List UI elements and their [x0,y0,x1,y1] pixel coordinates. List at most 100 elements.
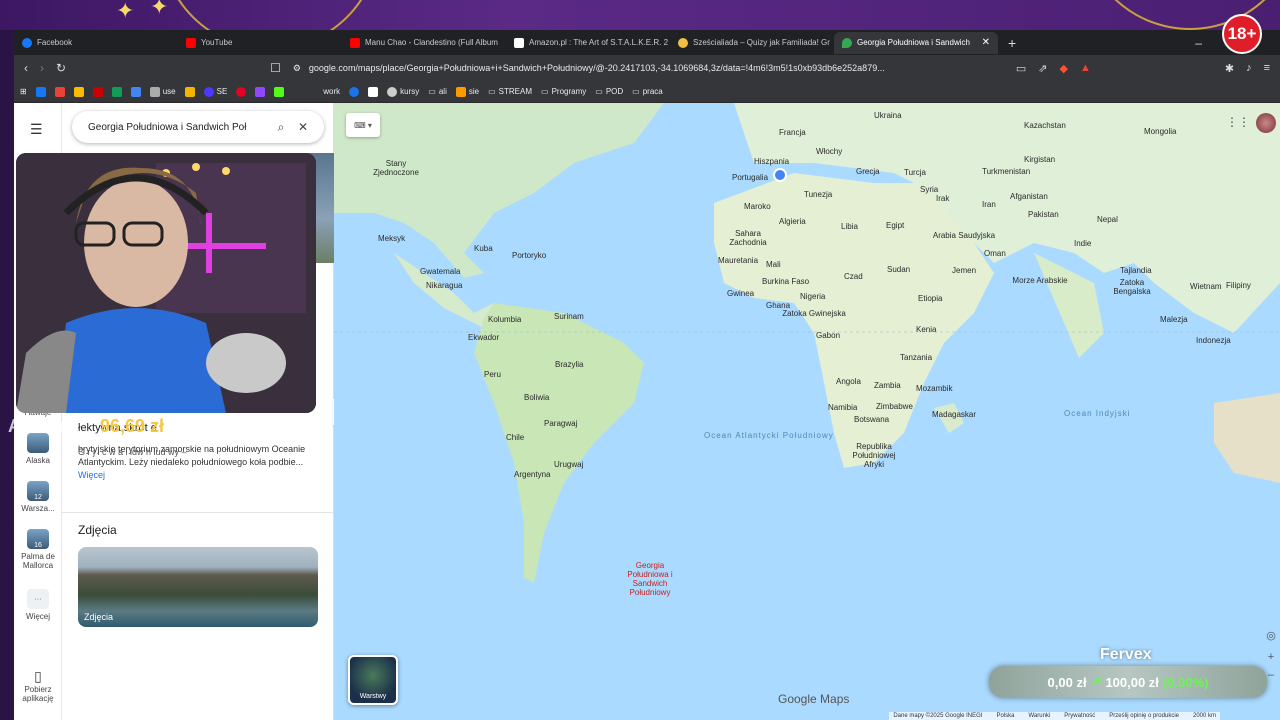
hamburger-menu-icon[interactable]: ☰ [30,121,44,138]
tab-manu-chao[interactable]: Manu Chao - Clandestino (Full Album [342,32,506,54]
rail-item-warszawa[interactable]: 12 Warsza... [14,481,62,513]
back-icon[interactable]: ‹ [24,61,28,75]
country-label: Tajlandia [1120,266,1152,275]
search-icon[interactable]: ⌕ [270,120,292,135]
bookmark-sie[interactable]: sie [455,86,479,97]
country-label: Zambia [874,381,901,390]
account-avatar[interactable] [1256,113,1276,133]
reload-icon[interactable]: ↻ [56,61,66,75]
tab-szescialiada[interactable]: Sześcialiada – Quizy jak Familiada! Gr [670,32,834,54]
country-label: Urugwaj [554,460,584,469]
place-thumbnail: 16 [27,529,49,549]
bookmark-favicon[interactable] [54,86,65,97]
music-icon[interactable]: ♪ [1246,62,1252,75]
bookmark-use[interactable]: use [149,86,176,97]
country-label: Indonezja [1196,336,1231,345]
forward-icon[interactable]: › [40,61,44,75]
bookmark-praca[interactable]: ▭ praca [632,87,663,96]
country-label: Gwatemala [420,267,461,276]
bookmark-favicon[interactable] [274,86,285,97]
youtube-icon [350,37,360,48]
url-field[interactable]: ⚙ google.com/maps/place/Georgia+Południo… [293,58,913,78]
brave-shield-icon[interactable]: ◆ [1060,62,1068,75]
bookmark-favicon[interactable] [73,86,84,97]
north-america-shape [334,103,664,278]
share-icon[interactable]: ⇗ [1038,62,1047,75]
country-label: Nikaragua [426,281,463,290]
minimize-icon[interactable]: – [1195,36,1202,50]
layers-label: Warstwy [359,693,387,700]
bookmark-favicon[interactable] [130,86,141,97]
bookmark-favicon[interactable] [236,86,247,97]
menu-icon[interactable]: ≡ [1264,62,1270,75]
bookmark-favicon[interactable] [35,86,46,97]
bookmark-favicon[interactable] [255,86,266,97]
bookmark-work[interactable]: work [323,87,340,96]
country-label: Madagaskar [932,410,977,419]
country-label: Gwinea [727,289,755,298]
search-input[interactable]: Georgia Południowa i Sandwich Poł [88,122,270,133]
apps-grid-icon[interactable]: ⊞ [20,87,27,96]
clear-search-icon[interactable]: ✕ [292,120,314,134]
bookmark-label: SE [216,87,228,96]
place-name-line: G r j l c w a i idw h lud wy – [78,447,187,457]
tab-label: Amazon.pl : The Art of S.T.A.L.K.E.R. 2 [529,38,669,47]
phone-icon: ▯ [34,668,42,684]
footer-link[interactable]: Prywatność [1064,713,1095,719]
bookmark-label: STREAM [498,87,533,96]
map-canvas[interactable]: ⌨ ▾ ⋮⋮ Ukraina Kazachstan Mongolia Francja W… [334,103,1280,720]
country-label: Iran [982,200,996,209]
place-marker-label[interactable]: Georgia Południowa i Sandwich Południowy [618,561,682,597]
footer-link[interactable]: Warunki [1028,713,1050,719]
country-label: Nepal [1097,215,1118,224]
bookmark-programy[interactable]: ▭ Programy [541,87,586,96]
country-label: Malezja [1160,315,1188,324]
australia-shape [1214,393,1280,483]
layers-button[interactable]: Warstwy [348,655,398,705]
tab-amazon[interactable]: Amazon.pl : The Art of S.T.A.L.K.E.R. 2 [506,32,670,54]
my-location-icon[interactable]: ◎ [1264,629,1278,642]
search-box[interactable]: Georgia Południowa i Sandwich Poł ⌕ ✕ [72,111,324,143]
photo-thumbnail[interactable]: Zdjęcia [78,547,318,627]
amazon-icon [514,37,524,48]
tab-georgia-maps[interactable]: Georgia Południowa i Sandwich ✕ [834,31,998,54]
rail-item-palma[interactable]: 16 Palma de Mallorca [14,529,62,570]
bookmark-favicon[interactable] [111,86,122,97]
country-label: Włochy [816,147,843,156]
bookmark-stream[interactable]: ▭ STREAM [488,87,532,96]
tab-youtube[interactable]: YouTube [178,32,342,54]
bookmark-favicon [387,86,398,97]
google-apps-icon[interactable]: ⋮⋮ [1226,115,1250,129]
more-link[interactable]: Więcej [78,470,105,480]
tab-facebook[interactable]: Facebook [14,32,178,54]
rail-item-alaska[interactable]: Alaska [14,433,62,465]
zoom-in-button[interactable]: + [1264,651,1278,663]
rail-item-download-app[interactable]: ▯ Pobierz aplikację [14,668,62,703]
bookmark-pod[interactable]: ▭ POD [595,87,623,96]
rail-label: Alaska [25,456,50,465]
bookmark-favicon[interactable] [184,86,195,97]
footer-link[interactable]: Prześlij opinię o produkcie [1109,713,1179,719]
footer-link[interactable]: Polska [996,713,1014,719]
bookmark-icon[interactable]: ☐ [270,61,281,75]
map-keyboard-toggle[interactable]: ⌨ ▾ [346,113,380,137]
country-label: Boliwia [524,393,550,402]
tab-label: Georgia Południowa i Sandwich [857,38,970,47]
new-tab-button[interactable]: + [1008,35,1016,51]
site-info-icon[interactable]: ⚙ [293,63,301,74]
bookmark-favicon[interactable] [349,86,360,97]
ocean-label: Ocean Indyjski [1064,409,1131,418]
folder-icon: ▭ [632,87,640,96]
close-tab-icon[interactable]: ✕ [982,37,990,48]
bookmark-favicon[interactable] [368,86,379,97]
cast-icon[interactable]: ▭ [1016,62,1026,75]
bookmark-ali[interactable]: ▭ ali [428,87,447,96]
bookmark-kursy[interactable]: kursy [387,86,419,97]
country-label: Syria [920,185,939,194]
rail-item-more[interactable]: ··· Więcej [14,589,62,621]
bookmark-favicon[interactable] [92,86,103,97]
bookmark-se[interactable]: SE [203,86,228,97]
country-label: Paragwaj [544,419,578,428]
rewards-icon[interactable]: ▲ [1080,62,1091,75]
extensions-icon[interactable]: ✱ [1225,62,1234,75]
